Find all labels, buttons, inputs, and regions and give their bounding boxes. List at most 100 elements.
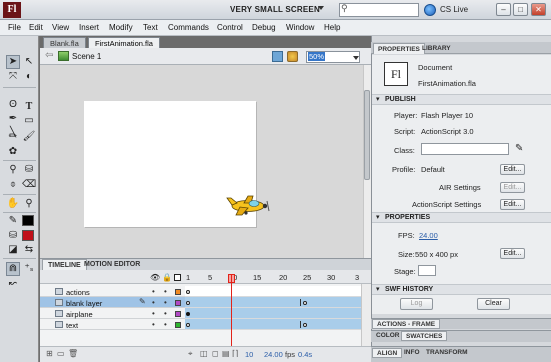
fill-color-swatch[interactable] [22, 230, 34, 241]
scrollbar-thumb[interactable] [364, 90, 370, 180]
lasso-tool-icon[interactable]: ʘ [6, 98, 20, 112]
air-edit-button[interactable]: Edit... [500, 182, 525, 193]
tab-transform[interactable]: TRANSFORM [422, 348, 472, 358]
eye-icon[interactable]: 👁 [150, 273, 160, 282]
black-white-icon[interactable]: ◪ [6, 243, 20, 257]
tab-library[interactable]: LIBRARY [418, 43, 455, 54]
help-search-input[interactable] [339, 3, 419, 17]
layer-name[interactable]: blank layer [66, 299, 102, 308]
keyframe[interactable] [186, 312, 190, 316]
collapse-icon[interactable]: ▾ [376, 95, 380, 103]
menu-commands[interactable]: Commands [168, 23, 209, 32]
smooth-icon[interactable]: ⁺ₛ [22, 262, 36, 276]
lock-dot[interactable]: • [164, 298, 167, 307]
frames-actions[interactable] [185, 286, 361, 297]
workspace-dropdown-icon[interactable] [318, 6, 324, 10]
onion-skin-icon[interactable]: ◫ [200, 349, 208, 358]
menu-debug[interactable]: Debug [252, 23, 276, 32]
airplane-graphic[interactable] [226, 193, 272, 218]
layer-name[interactable]: airplane [66, 310, 93, 319]
menu-help[interactable]: Help [324, 23, 340, 32]
subselection-tool-icon[interactable]: ↖ [22, 55, 36, 69]
menu-modify[interactable]: Modify [109, 23, 133, 32]
close-button[interactable]: ✕ [531, 3, 546, 16]
swf-history-header[interactable]: SWF HISTORY [385, 286, 433, 293]
visibility-dot[interactable]: • [152, 298, 155, 307]
menu-insert[interactable]: Insert [79, 23, 99, 32]
lock-dot[interactable]: • [164, 320, 167, 329]
current-frame[interactable]: 10 [245, 350, 253, 359]
workspace-switcher[interactable]: VERY SMALL SCREEN [230, 5, 320, 14]
back-arrow-icon[interactable]: ⇦ [45, 50, 53, 61]
playhead[interactable] [231, 275, 232, 351]
swap-colors-icon[interactable]: ⇆ [22, 243, 36, 257]
profile-edit-button[interactable]: Edit... [500, 164, 525, 175]
layer-color-swatch[interactable] [175, 322, 181, 328]
scene-name[interactable]: Scene 1 [72, 52, 101, 61]
tab-align[interactable]: ALIGN [372, 348, 403, 358]
free-transform-tool-icon[interactable]: ⤧ [6, 70, 20, 84]
properties-header[interactable]: PROPERTIES [385, 214, 430, 221]
size-edit-button[interactable]: Edit... [500, 248, 525, 259]
visibility-dot[interactable]: • [152, 309, 155, 318]
lock-dot[interactable]: • [164, 287, 167, 296]
layer-color-swatch[interactable] [175, 289, 181, 295]
paint-bucket-tool-icon[interactable]: ⛁ [22, 163, 36, 177]
keyframe[interactable] [186, 323, 190, 327]
3d-rotation-tool-icon[interactable]: ◐ [22, 70, 36, 84]
menu-window[interactable]: Window [286, 23, 314, 32]
menu-text[interactable]: Text [143, 23, 158, 32]
tab-firstanimation-fla[interactable]: FirstAnimation.fla [88, 37, 160, 48]
snap-to-objects-icon[interactable]: ⋒ [6, 262, 20, 276]
zoom-tool-icon[interactable]: ⚲ [22, 197, 36, 211]
text-tool-icon[interactable]: T [22, 100, 36, 114]
layer-name[interactable]: text [66, 321, 78, 330]
frames-airplane[interactable] [185, 308, 361, 319]
selection-tool-icon[interactable]: ➤ [6, 55, 20, 69]
hand-tool-icon[interactable]: ✋ [6, 197, 20, 211]
class-input[interactable] [421, 143, 509, 155]
keyframe[interactable] [186, 290, 190, 294]
log-button[interactable]: Log [400, 298, 433, 310]
collapse-icon[interactable]: ▾ [376, 213, 380, 221]
rectangle-tool-icon[interactable]: ▭ [22, 114, 36, 128]
keyframe[interactable] [303, 323, 307, 327]
cs-live-icon[interactable] [424, 4, 436, 16]
straighten-icon[interactable]: ↜ [6, 277, 20, 291]
keyframe[interactable] [186, 301, 190, 305]
delete-layer-icon[interactable]: 🗑 [68, 349, 78, 358]
menu-file[interactable]: File [8, 23, 21, 32]
pen-tool-icon[interactable]: ✒ [6, 112, 20, 126]
new-layer-icon[interactable]: ⊞ [46, 349, 53, 358]
frame-rate[interactable]: 24.00 [264, 350, 283, 359]
outline-icon[interactable] [174, 274, 181, 281]
edit-multiple-icon[interactable]: ▤ [222, 349, 230, 358]
tab-actions-frame[interactable]: ACTIONS - FRAME [372, 319, 441, 329]
maximize-button[interactable]: □ [513, 3, 528, 16]
collapse-icon[interactable]: ▾ [376, 285, 380, 293]
as-edit-button[interactable]: Edit... [500, 199, 525, 210]
tab-swatches[interactable]: SWATCHES [401, 331, 448, 341]
publish-header[interactable]: PUBLISH [385, 96, 416, 103]
deco-tool-icon[interactable]: ✿ [6, 145, 20, 159]
cs-live-button[interactable]: CS Live [440, 5, 468, 14]
new-folder-icon[interactable]: ▭ [57, 349, 65, 358]
frames-text[interactable] [185, 319, 361, 330]
tab-color[interactable]: COLOR [372, 331, 403, 341]
eraser-tool-icon[interactable]: ⌫ [22, 178, 36, 192]
edit-class-icon[interactable]: ✎ [515, 143, 523, 154]
menu-view[interactable]: View [52, 23, 69, 32]
stroke-color-swatch[interactable] [22, 215, 34, 226]
layer-color-swatch[interactable] [175, 311, 181, 317]
minimize-button[interactable]: – [496, 3, 511, 16]
fps-value[interactable]: 24.00 [419, 231, 438, 240]
layer-color-swatch[interactable] [175, 300, 181, 306]
zoom-dropdown-icon[interactable] [353, 56, 359, 60]
tab-motion-editor[interactable]: MOTION EDITOR [79, 259, 145, 270]
lock-icon[interactable]: 🔒 [162, 273, 172, 282]
edit-symbols-icon[interactable] [287, 51, 298, 62]
timeline-scrollbar[interactable] [361, 284, 371, 346]
layer-name[interactable]: actions [66, 288, 90, 297]
stage-color-swatch[interactable] [418, 265, 436, 276]
tab-blank-fla[interactable]: Blank.fla [43, 37, 86, 48]
